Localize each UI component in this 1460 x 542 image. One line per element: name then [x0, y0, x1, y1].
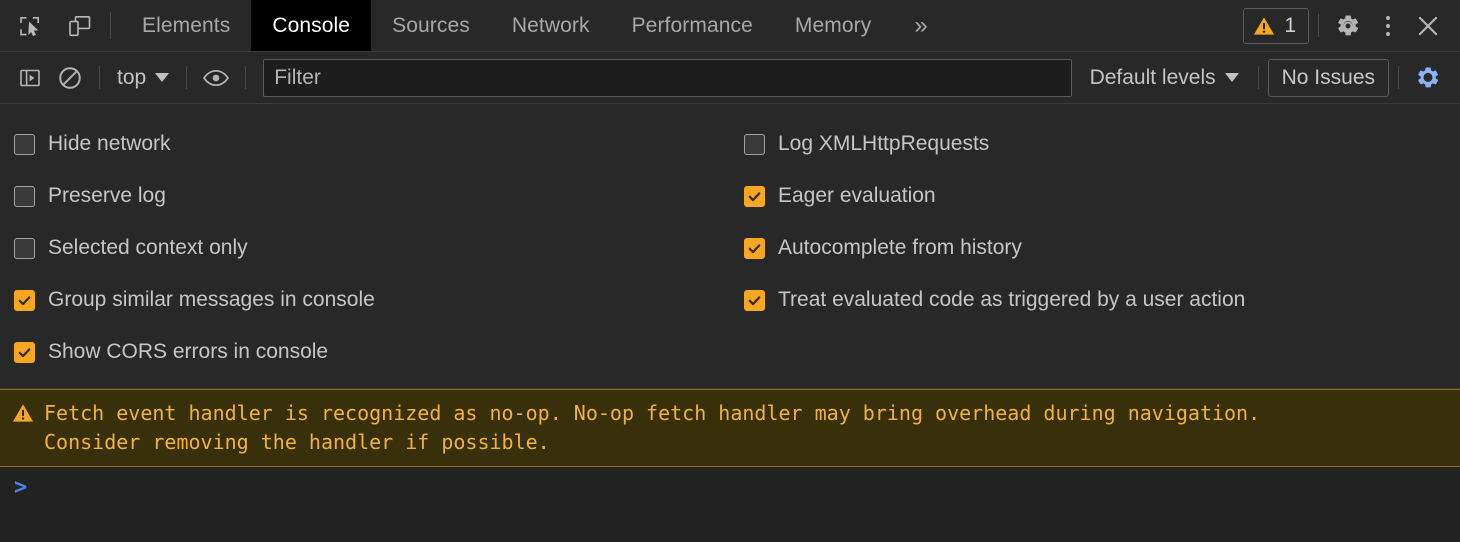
console-settings-gear-icon[interactable]	[1408, 58, 1448, 98]
setting-preserve-log[interactable]: Preserve log	[14, 170, 735, 222]
tab-sources[interactable]: Sources	[371, 0, 491, 51]
setting-label: Preserve log	[48, 184, 166, 208]
kebab-menu-icon[interactable]	[1368, 6, 1408, 46]
checkbox-unchecked-icon[interactable]	[744, 134, 765, 155]
kebab-dots	[1386, 16, 1390, 36]
inspect-element-icon[interactable]	[10, 6, 50, 46]
settings-left-column: Hide network Preserve log Selected conte…	[0, 118, 735, 378]
chevron-down-icon	[1225, 73, 1239, 82]
devtools-tablist: Elements Console Sources Network Perform…	[121, 0, 950, 51]
setting-label: Group similar messages in console	[48, 288, 375, 312]
issues-label: No Issues	[1282, 66, 1375, 90]
checkbox-checked-icon[interactable]	[744, 186, 765, 207]
live-expression-eye-icon[interactable]	[196, 58, 236, 98]
checkbox-unchecked-icon[interactable]	[14, 238, 35, 259]
devtools-window: Elements Console Sources Network Perform…	[0, 0, 1460, 542]
toolbar-divider-2	[186, 66, 187, 89]
toolbar-divider-4	[1258, 66, 1259, 89]
devtools-tabbar: Elements Console Sources Network Perform…	[0, 0, 1460, 52]
tab-memory[interactable]: Memory	[774, 0, 892, 51]
log-levels-selector[interactable]: Default levels	[1080, 66, 1249, 90]
clear-console-icon[interactable]	[50, 58, 90, 98]
setting-label: Treat evaluated code as triggered by a u…	[778, 288, 1245, 312]
filter-input[interactable]	[263, 59, 1071, 97]
setting-autocomplete-from-history[interactable]: Autocomplete from history	[744, 222, 1460, 274]
tab-network[interactable]: Network	[491, 0, 611, 51]
toolbar-divider-5	[1398, 66, 1399, 89]
prompt-chevron-icon: >	[14, 477, 27, 499]
device-toolbar-icon[interactable]	[60, 6, 100, 46]
setting-treat-as-user-action[interactable]: Treat evaluated code as triggered by a u…	[744, 274, 1460, 326]
checkbox-unchecked-icon[interactable]	[14, 134, 35, 155]
log-levels-label: Default levels	[1090, 66, 1216, 90]
checkbox-checked-icon[interactable]	[744, 290, 765, 311]
setting-label: Eager evaluation	[778, 184, 936, 208]
setting-eager-evaluation[interactable]: Eager evaluation	[744, 170, 1460, 222]
console-message-warning[interactable]: Fetch event handler is recognized as no-…	[0, 389, 1460, 467]
tab-performance[interactable]: Performance	[611, 0, 774, 51]
gear-icon[interactable]	[1328, 6, 1368, 46]
setting-log-xmlhttprequests[interactable]: Log XMLHttpRequests	[744, 118, 1460, 170]
right-divider	[1318, 14, 1319, 37]
setting-label: Autocomplete from history	[778, 236, 1022, 260]
chevron-down-icon	[155, 73, 169, 82]
setting-show-cors-errors[interactable]: Show CORS errors in console	[14, 326, 735, 378]
execution-context-selector[interactable]: top	[109, 66, 177, 90]
checkbox-checked-icon[interactable]	[744, 238, 765, 259]
warning-triangle-icon	[12, 402, 34, 424]
console-toolbar: top Default levels No Issues	[0, 52, 1460, 104]
checkbox-checked-icon[interactable]	[14, 290, 35, 311]
warning-count-badge[interactable]: 1	[1243, 8, 1309, 44]
checkbox-unchecked-icon[interactable]	[14, 186, 35, 207]
issues-button[interactable]: No Issues	[1268, 59, 1389, 97]
tab-elements[interactable]: Elements	[121, 0, 251, 51]
setting-label: Show CORS errors in console	[48, 340, 328, 364]
toolbar-divider-1	[99, 66, 100, 89]
setting-label: Log XMLHttpRequests	[778, 132, 989, 156]
setting-hide-network[interactable]: Hide network	[14, 118, 735, 170]
console-prompt[interactable]: >	[0, 467, 1460, 499]
tab-overflow-icon[interactable]: »	[892, 0, 949, 51]
setting-label: Hide network	[48, 132, 171, 156]
execution-context-label: top	[117, 66, 146, 90]
warning-count: 1	[1284, 14, 1296, 38]
console-output: Fetch event handler is recognized as no-…	[0, 389, 1460, 542]
tabbar-right-controls: 1	[1243, 0, 1460, 51]
checkbox-checked-icon[interactable]	[14, 342, 35, 363]
console-sidebar-icon[interactable]	[10, 58, 50, 98]
close-icon[interactable]	[1408, 6, 1448, 46]
toolbar-divider-3	[245, 66, 246, 89]
setting-selected-context-only[interactable]: Selected context only	[14, 222, 735, 274]
setting-label: Selected context only	[48, 236, 248, 260]
tabbar-left-icons	[0, 0, 100, 51]
settings-right-column: Log XMLHttpRequests Eager evaluation Aut…	[735, 118, 1460, 378]
console-settings-panel: Hide network Preserve log Selected conte…	[0, 104, 1460, 389]
setting-group-similar-messages[interactable]: Group similar messages in console	[14, 274, 735, 326]
warning-triangle-icon	[1253, 15, 1275, 37]
tab-console[interactable]: Console	[251, 0, 371, 51]
tabbar-divider	[110, 12, 111, 39]
console-message-text: Fetch event handler is recognized as no-…	[44, 399, 1260, 457]
